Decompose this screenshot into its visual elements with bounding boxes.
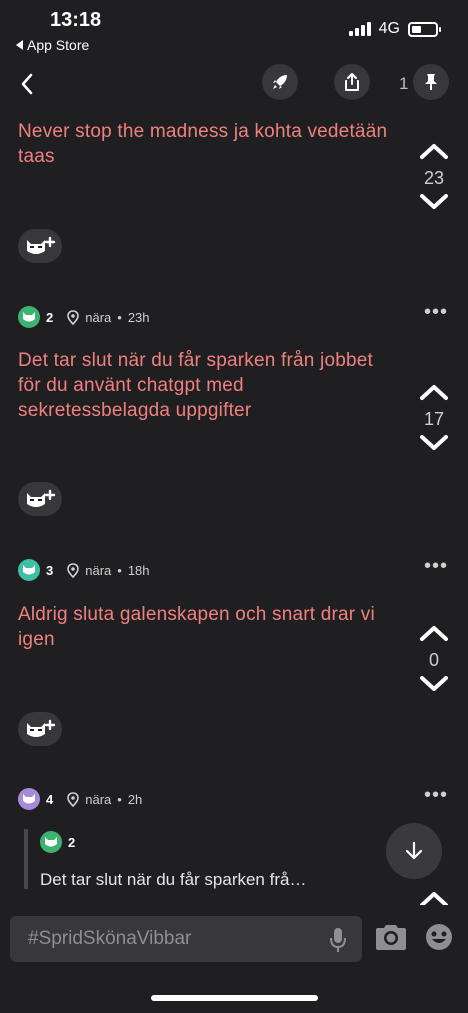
location-label: nära [85,562,112,578]
post-age: 23h [127,309,150,325]
network-type: 4G [378,20,400,37]
back-button[interactable] [16,70,44,98]
share-button[interactable] [334,64,370,100]
location-pin-icon [67,309,80,325]
location-label: nära [85,791,112,807]
status-indicators: 4G [348,20,441,38]
composer-input[interactable] [10,916,300,962]
boost-button[interactable] [262,64,298,100]
downvote-chevron-icon[interactable] [419,434,449,452]
vote-count: 0 [428,650,439,670]
app-store-label: App Store [27,37,90,53]
status-time: 13:18 [50,9,102,31]
upvote-chevron-icon[interactable] [419,383,449,401]
pin-icon [425,74,437,90]
pin-count: 1 [399,74,409,93]
more-options-icon[interactable]: ••• [424,785,448,805]
vote-count: 23 [423,168,445,188]
post-age: 2h [127,791,143,807]
avatar[interactable] [18,788,40,810]
vote-control: 17 [414,383,454,452]
composer-bar [0,905,468,1013]
rocket-icon [273,75,287,89]
microphone-icon[interactable] [328,926,348,954]
quote-meta: 2 [40,831,83,853]
more-options-icon[interactable]: ••• [424,556,448,576]
post-meta: 3 nära • 18h [18,559,150,581]
downvote-chevron-icon[interactable] [419,193,449,211]
upvote-chevron-icon[interactable] [419,624,449,642]
post-text[interactable]: Aldrig sluta galenskapen och snart drar … [18,602,388,652]
home-indicator[interactable] [151,995,318,1001]
post-text[interactable]: Det tar slut när du får sparken från job… [18,348,388,423]
post-text[interactable]: Never stop the madness ja kohta vedetään… [18,119,388,169]
downvote-chevron-icon[interactable] [419,675,449,693]
react-button[interactable] [18,712,62,746]
location-pin-icon [67,562,80,578]
author-number: 3 [46,562,54,578]
location-pin-icon [67,791,80,807]
signal-icon [348,22,371,36]
cat-plus-icon [27,236,56,254]
back-triangle-icon [16,40,23,50]
cat-plus-icon [27,489,56,507]
emoji-icon[interactable] [425,923,453,951]
vote-control: 0 [414,624,454,693]
separator-dot: • [117,309,122,325]
react-button[interactable] [18,482,62,516]
react-button[interactable] [18,229,62,263]
battery-icon [408,21,441,37]
post-meta: 2 nära • 23h [18,306,150,328]
post-meta: 4 nära • 2h [18,788,142,810]
avatar [40,831,62,853]
quote-author-number: 2 [68,834,76,850]
author-number: 4 [46,791,54,807]
avatar[interactable] [18,559,40,581]
author-number: 2 [46,309,54,325]
cat-face-icon [23,312,35,322]
share-icon [345,73,359,91]
chevron-left-icon [21,73,33,95]
camera-icon[interactable] [374,923,408,951]
app-store-back[interactable]: App Store [16,37,89,53]
separator-dot: • [117,562,122,578]
quote-text: Det tar slut när du får sparken frå… [40,870,307,889]
cat-plus-icon [27,719,56,737]
vote-control: 23 [414,142,454,211]
upvote-chevron-icon[interactable] [419,142,449,160]
vote-count: 17 [423,409,445,429]
post-age: 18h [127,562,150,578]
separator-dot: • [117,791,122,807]
composer-input-wrap [10,916,362,962]
cat-face-icon [23,565,35,575]
scroll-to-bottom-button[interactable] [386,823,442,879]
avatar[interactable] [18,306,40,328]
location-label: nära [85,309,112,325]
more-options-icon[interactable]: ••• [424,302,448,322]
cat-face-icon [23,794,35,804]
cat-face-icon [45,837,57,847]
arrow-down-icon [405,841,423,860]
pin-button[interactable] [413,64,449,100]
